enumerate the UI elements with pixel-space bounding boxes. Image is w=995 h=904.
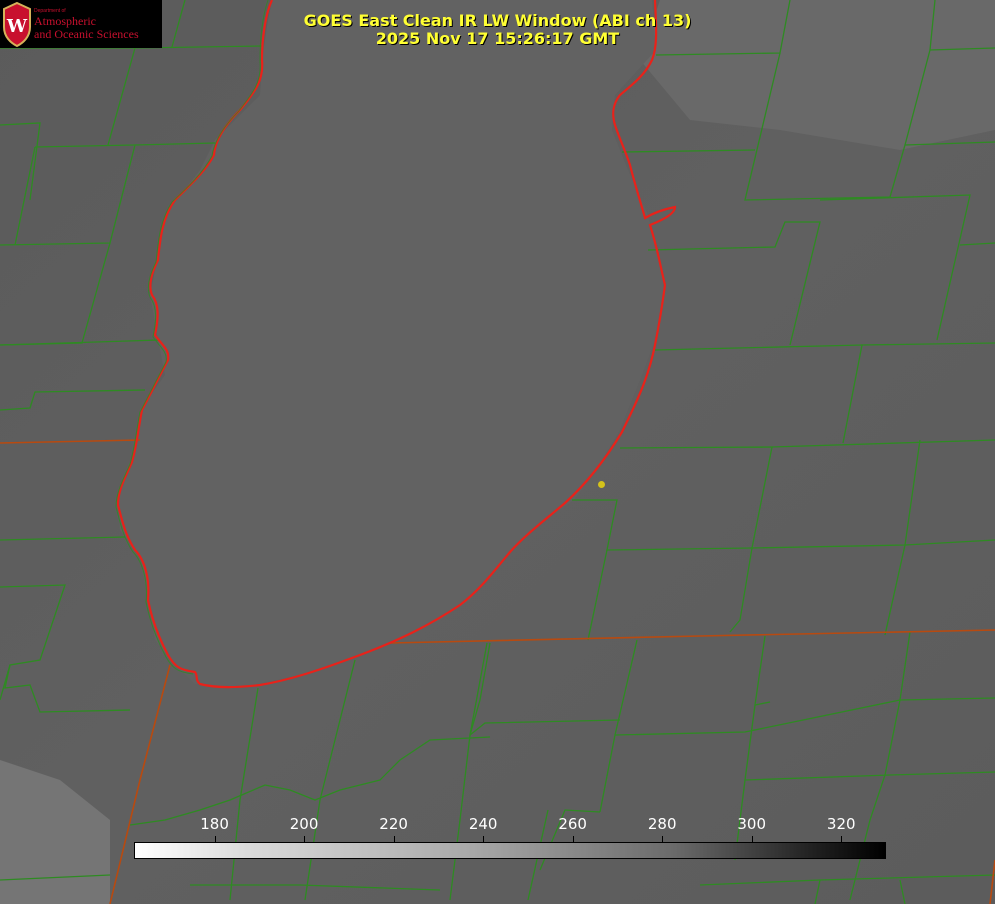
logo-line2: and Oceanic Sciences <box>34 27 139 41</box>
logo-letter: W <box>6 16 28 37</box>
colorbar-tick <box>751 836 753 842</box>
colorbar-tick <box>393 836 395 842</box>
colorbar-tick <box>841 836 843 842</box>
ir-image-map <box>0 0 995 904</box>
satellite-map-view: GOES East Clean IR LW Window (ABI ch 13)… <box>0 0 995 904</box>
colorbar-tick-label: 320 <box>826 815 856 833</box>
temperature-colorbar <box>134 842 886 859</box>
uw-crest-icon: W <box>3 1 31 47</box>
colorbar-tick-label: 300 <box>737 815 767 833</box>
colorbar-tick-label: 260 <box>558 815 587 833</box>
station-marker <box>598 481 605 488</box>
colorbar-tick <box>662 836 664 842</box>
colorbar-tick <box>483 836 485 842</box>
colorbar-tick <box>304 836 306 842</box>
colorbar-tick-label: 200 <box>289 815 319 833</box>
colorbar-tick-label: 240 <box>468 815 498 833</box>
aos-logo: W Department of Atmospheric and Oceanic … <box>0 0 162 48</box>
colorbar-tick-label: 220 <box>379 815 408 833</box>
colorbar-tick-label: 280 <box>647 815 677 833</box>
colorbar-tick <box>572 836 574 842</box>
colorbar-tick-label: 180 <box>200 815 229 833</box>
colorbar-tick <box>214 836 216 842</box>
